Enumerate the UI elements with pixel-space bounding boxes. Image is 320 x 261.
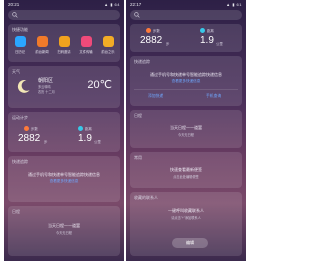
moon-icon	[17, 80, 30, 93]
app-label: 文件传输	[79, 50, 93, 54]
delivery-message: 通过手机号和快递单号智能追踪快递信息	[28, 172, 100, 177]
notes-card[interactable]: 常用 快速查看最新便签 点击此处编辑便签	[130, 152, 242, 188]
calendar-message: 当天日程一一道罢	[170, 125, 202, 130]
search-icon	[134, 12, 140, 18]
delivery-title: 快递追踪	[134, 59, 150, 64]
delivery-link[interactable]: 查看更多快递信息	[8, 179, 120, 184]
steps-unit: 步	[166, 42, 170, 46]
delivery-title: 快递追踪	[12, 159, 28, 164]
music-app-icon	[102, 36, 114, 47]
steps-value: 2882	[140, 35, 163, 46]
divider	[134, 89, 238, 90]
search-bar[interactable]	[8, 10, 120, 20]
status-time: 20:21	[8, 1, 20, 7]
calendar-sub: 今天无日程	[56, 231, 72, 235]
delivery-card[interactable]: 快递追踪 通过手机号和快递单号智能追踪快递信息 查看更多快递信息	[8, 156, 120, 202]
weather-city: 朝阳区	[38, 78, 54, 84]
status-icons: ▲ ▮ 61	[226, 1, 242, 7]
steps-title: 运动计步	[12, 115, 28, 120]
distance-label: 距离	[207, 29, 214, 33]
delivery-message: 通过手机号和快递单号智能追踪快递信息	[150, 72, 222, 77]
distance-unit: 公里	[94, 140, 101, 144]
delivery-link[interactable]: 查看更多快递信息	[130, 79, 242, 84]
distance-value: 1.9	[78, 133, 92, 144]
calendar-app-icon	[14, 36, 26, 47]
status-time: 22:17	[130, 1, 142, 7]
app-label: 日历记	[15, 50, 25, 54]
search-bar[interactable]	[130, 10, 242, 20]
app-label: 前台之乐	[101, 50, 115, 54]
steps-card[interactable]: 运动计步 步数 2882 步 距离 1.9 公里	[8, 112, 120, 152]
app-label: 扫码邀请	[57, 50, 71, 54]
calendar-card[interactable]: 日程 当天日程一一道罢 今天无日程	[8, 206, 120, 256]
app-news[interactable]: 前台新闻	[33, 36, 51, 54]
distance-icon	[200, 28, 205, 33]
right-phone-screen: 22:17 ▲ ▮ 61 步数 2882 步 距离 1.9 公里 快递追踪 通过…	[126, 0, 246, 261]
status-bar: 20:21 ▲ ▮ 64	[4, 0, 124, 8]
transfer-app-icon	[80, 36, 92, 47]
calendar-title: 日程	[134, 113, 142, 118]
phone-query-button[interactable]: 手机查询	[206, 94, 221, 99]
delivery-card[interactable]: 快递追踪 通过手机号和快递单号智能追踪快递信息 查看更多快递信息 添加快递 手机…	[130, 56, 242, 106]
distance-value: 1.9	[200, 35, 214, 46]
calendar-message: 当天日程一一道罢	[48, 223, 80, 228]
contacts-sub: 请点击"+"添加联系人	[171, 216, 201, 220]
edit-button[interactable]: 编辑	[172, 238, 208, 248]
shortcut-title: 快捷功能	[12, 27, 28, 32]
status-icons: ▲ ▮ 64	[104, 1, 120, 7]
weather-date: 农历 十二月	[38, 90, 55, 94]
app-transfer[interactable]: 文件传输	[77, 36, 95, 54]
search-icon	[12, 12, 18, 18]
distance-unit: 公里	[216, 42, 223, 46]
app-label: 前台新闻	[35, 50, 49, 54]
weather-card[interactable]: 天气 朝阳区 多云转晴 农历 十二月 20℃	[8, 66, 120, 108]
app-scan[interactable]: 扫码邀请	[55, 36, 73, 54]
calendar-title: 日程	[12, 209, 20, 214]
contacts-message: 一键呼叫收藏联系人	[168, 208, 204, 213]
notes-title: 常用	[134, 155, 142, 160]
distance-icon	[78, 126, 83, 131]
app-music[interactable]: 前台之乐	[99, 36, 117, 54]
notes-message: 快速查看最新便签	[170, 167, 202, 172]
add-delivery-button[interactable]: 添加快递	[148, 94, 163, 99]
steps-card[interactable]: 步数 2882 步 距离 1.9 公里	[130, 24, 242, 52]
calendar-sub: 今天无日程	[178, 133, 194, 137]
app-calendar[interactable]: 日历记	[11, 36, 29, 54]
news-app-icon	[36, 36, 48, 47]
status-bar: 22:17 ▲ ▮ 61	[126, 0, 246, 8]
notes-sub: 点击此处编辑便签	[173, 175, 199, 179]
steps-label: 步数	[31, 127, 38, 131]
contacts-card[interactable]: 收藏的联系人 一键呼叫收藏联系人 请点击"+"添加联系人 编辑	[130, 192, 242, 256]
contacts-title: 收藏的联系人	[134, 195, 158, 200]
steps-unit: 步	[44, 140, 48, 144]
calendar-card[interactable]: 日程 当天日程一一道罢 今天无日程	[130, 110, 242, 148]
weather-temp: 20℃	[87, 79, 112, 91]
steps-value: 2882	[18, 133, 41, 144]
distance-label: 距离	[85, 127, 92, 131]
weather-title: 天气	[12, 69, 20, 74]
steps-label: 步数	[153, 29, 160, 33]
shortcut-apps: 日历记 前台新闻 扫码邀请 文件传输 前台之乐	[11, 36, 117, 54]
shortcut-card: 快捷功能 日历记 前台新闻 扫码邀请 文件传输 前台之乐	[8, 24, 120, 62]
steps-icon	[24, 126, 29, 131]
scan-app-icon	[58, 36, 70, 47]
left-phone-screen: 20:21 ▲ ▮ 64 快捷功能 日历记 前台新闻 扫码邀请 文件传输 前台之…	[4, 0, 124, 261]
steps-icon	[146, 28, 151, 33]
